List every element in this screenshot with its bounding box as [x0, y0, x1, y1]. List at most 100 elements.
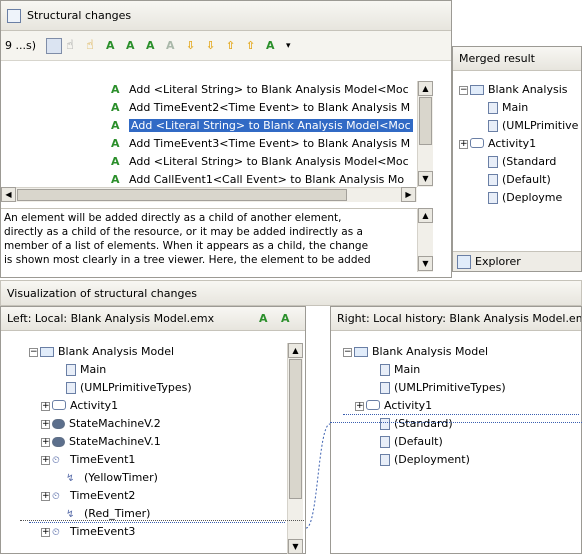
tree-item[interactable]: + ⏲ TimeEvent1 [29, 451, 285, 469]
left-scroll-down-button[interactable]: ▼ [288, 539, 303, 554]
tree-item[interactable]: + ⏲ TimeEvent2 [29, 487, 285, 505]
merged-result-title: Merged result [459, 52, 535, 65]
tree-item[interactable]: (UMLPrimitiveTypes) [29, 379, 285, 397]
scroll-right-button[interactable]: ▶ [401, 187, 416, 202]
expand-icon[interactable]: + [41, 491, 50, 501]
expand-icon[interactable]: + [355, 401, 364, 411]
explorer-tab[interactable]: Explorer [453, 251, 581, 271]
dropdown-arrow-icon[interactable]: ▾ [286, 38, 294, 54]
scroll-down-button[interactable]: ▼ [418, 171, 433, 186]
left-tree-scrollbar[interactable]: ▲ ▼ [287, 343, 303, 554]
package-import-icon [380, 418, 390, 430]
desc-scroll-down-button[interactable]: ▼ [418, 256, 433, 271]
collapse-icon[interactable]: − [343, 347, 352, 357]
tree-item[interactable]: ↯ (YellowTimer) [29, 469, 285, 487]
tree-item[interactable]: + StateMachineV.1 [29, 433, 285, 451]
tree-item[interactable]: Main [29, 361, 285, 379]
tree-item-label: Main [394, 363, 421, 376]
change-row[interactable]: A Add TimeEvent2<Time Event> to Blank Ana… [1, 99, 436, 117]
expand-icon[interactable]: + [41, 401, 50, 411]
diagram-icon [380, 364, 390, 376]
left-scroll-up-button[interactable]: ▲ [288, 343, 303, 358]
tree-item[interactable]: (Deployme [459, 189, 582, 207]
filter-icon[interactable]: A [266, 38, 282, 54]
tree-item-label: (Standard [502, 155, 557, 168]
tree-item[interactable]: (UMLPrimitive [459, 117, 582, 135]
change-row[interactable]: A Add <Literal String> to Blank Analysis … [1, 81, 436, 99]
structural-changes-icon [7, 8, 21, 23]
package-import-icon [380, 436, 390, 448]
copy-right-icon[interactable]: A [281, 312, 290, 325]
next-change-icon[interactable]: ⇩ [186, 38, 202, 54]
tree-item-label: Blank Analysis Model [58, 345, 175, 358]
left-pane-titlebar: Left: Local: Blank Analysis Model.emx A … [1, 307, 305, 331]
save-icon[interactable] [46, 37, 63, 54]
tree-item[interactable]: Main [343, 361, 579, 379]
activity-icon [52, 400, 66, 410]
tree-item[interactable]: + ⏲ TimeEvent3 [29, 523, 285, 541]
state-machine-icon [52, 437, 65, 447]
reject-all-icon[interactable]: A [166, 38, 182, 54]
expand-icon[interactable]: + [459, 139, 468, 149]
last-change-icon[interactable]: ⇩ [206, 38, 222, 54]
add-left-icon[interactable]: A [106, 38, 122, 54]
collapse-icon[interactable]: − [29, 347, 38, 357]
change-label: Add TimeEvent2<Time Event> to Blank Anal… [129, 101, 411, 114]
merged-tree: − Blank Analysis Main (UMLPrimitive + Activit… [459, 81, 582, 251]
scroll-up-button[interactable]: ▲ [418, 81, 433, 96]
pointer-icon[interactable]: ☝ [86, 38, 102, 54]
desc-scroll-up-button[interactable]: ▲ [418, 208, 433, 223]
change-row[interactable]: A Add CallEvent1<Call Event> to Blank Ana… [1, 171, 436, 187]
changes-vertical-scrollbar[interactable]: ▲ ▼ [417, 81, 433, 187]
tree-item[interactable]: + StateMachineV.2 [29, 415, 285, 433]
tree-item[interactable]: (Default) [343, 433, 579, 451]
activity-icon [366, 400, 380, 410]
scroll-thumb[interactable] [419, 97, 432, 145]
tree-item[interactable]: + Activity1 [343, 397, 579, 415]
structural-changes-pane: Structural changes 9 ...s) ☝ ☝ A A A A ⇩… [0, 0, 452, 278]
tree-item[interactable]: + Activity1 [29, 397, 285, 415]
changes-horizontal-scrollbar[interactable]: ◀ ▶ [1, 187, 417, 202]
tree-item[interactable]: − Blank Analysis Model [29, 343, 285, 361]
expand-icon[interactable]: + [41, 437, 50, 447]
tree-item-label: (Deployme [502, 191, 563, 204]
copy-left-icon[interactable]: A [259, 312, 268, 325]
tree-item[interactable]: (UMLPrimitiveTypes) [343, 379, 579, 397]
filter-dropdown[interactable]: 9 ...s) [5, 39, 36, 52]
tree-item[interactable]: − Blank Analysis Model [343, 343, 579, 361]
activity-icon [470, 138, 484, 148]
change-row[interactable]: A Add TimeEvent3<Time Event> to Blank Ana… [1, 135, 436, 153]
add-right-icon[interactable]: A [126, 38, 142, 54]
accept-all-icon[interactable]: A [146, 38, 162, 54]
previous-change-icon[interactable]: ⇧ [226, 38, 242, 54]
tree-item-label: (Default) [394, 435, 443, 448]
right-selection-line [330, 422, 582, 423]
right-compare-pane: Right: Local history: Blank Analysis Mod… [330, 306, 582, 554]
model-icon [354, 347, 368, 357]
expand-icon[interactable]: + [41, 419, 50, 429]
tree-item[interactable]: (Deployment) [343, 451, 579, 469]
expand-icon[interactable]: + [41, 455, 50, 465]
tree-item[interactable]: (Standard) [343, 415, 579, 433]
tree-item[interactable]: − Blank Analysis [459, 81, 582, 99]
description-panel: An element will be added directly as a c… [1, 208, 417, 272]
scroll-left-button[interactable]: ◀ [1, 187, 16, 202]
change-row[interactable]: A Add <Literal String> to Blank Analysis … [1, 117, 436, 135]
description-line: directly as a child of the resource, or … [4, 226, 363, 238]
tree-item[interactable]: (Default) [459, 171, 582, 189]
select-icon[interactable]: ☝ [66, 38, 82, 54]
tree-item[interactable]: (Standard [459, 153, 582, 171]
tree-item[interactable]: Main [459, 99, 582, 117]
right-pane-title: Right: Local history: Blank Analysis Mod… [337, 312, 581, 325]
horizontal-thumb[interactable] [17, 189, 347, 201]
tree-item[interactable]: + Activity1 [459, 135, 582, 153]
expand-icon[interactable]: + [41, 527, 50, 537]
left-scroll-thumb[interactable] [289, 359, 302, 499]
collapse-icon[interactable]: − [459, 85, 468, 95]
left-pane-title: Left: Local: Blank Analysis Model.emx [7, 312, 215, 325]
change-label: Add CallEvent1<Call Event> to Blank Anal… [129, 173, 405, 186]
first-change-icon[interactable]: ⇧ [246, 38, 262, 54]
change-row[interactable]: A Add <Literal String> to Blank Analysis … [1, 153, 436, 171]
description-scrollbar[interactable]: ▲ ▼ [417, 208, 433, 272]
tree-item-label: Main [502, 101, 529, 114]
